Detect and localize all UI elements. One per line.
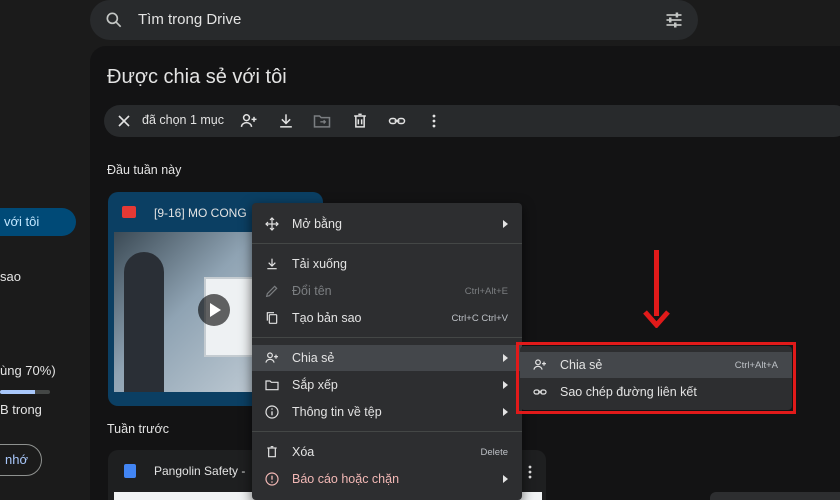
menu-item-label: Mở bằng bbox=[292, 217, 342, 231]
delete-icon[interactable] bbox=[350, 111, 370, 131]
folder-icon bbox=[265, 380, 279, 391]
context-menu: Mở bằng Tải xuống Đổi tên Ctrl+Alt+E Tạo… bbox=[252, 203, 522, 500]
search-bar[interactable]: Tìm trong Drive bbox=[90, 0, 698, 40]
menu-item-label: Chia sẻ bbox=[292, 351, 335, 365]
close-icon[interactable] bbox=[114, 111, 134, 131]
highlight-box bbox=[516, 342, 796, 414]
storage-sub-text: B trong bbox=[0, 402, 42, 417]
storage-bar bbox=[0, 390, 50, 394]
menu-item-organize[interactable]: Sắp xếp bbox=[252, 372, 522, 398]
button-label: nhớ bbox=[5, 452, 28, 467]
divider bbox=[252, 337, 522, 338]
sidebar: với tôi sao ùng 70%) B trong nhớ bbox=[0, 0, 90, 500]
video-file-icon bbox=[122, 206, 136, 218]
section-this-week: Đầu tuần này bbox=[107, 163, 182, 177]
info-icon bbox=[265, 405, 279, 419]
annotation-arrow-shaft bbox=[654, 250, 659, 316]
report-icon bbox=[265, 472, 279, 486]
chevron-right-icon bbox=[503, 354, 508, 362]
copy-icon bbox=[266, 312, 278, 324]
storage-text: ùng 70%) bbox=[0, 363, 56, 378]
get-more-storage-button[interactable]: nhớ bbox=[0, 444, 42, 476]
search-input[interactable]: Tìm trong Drive bbox=[138, 11, 241, 28]
file-title: Pangolin Safety - bbox=[154, 464, 246, 478]
section-last-week: Tuần trước bbox=[107, 422, 169, 436]
open-with-icon bbox=[265, 217, 279, 231]
selection-count: đã chọn 1 mục bbox=[142, 113, 224, 127]
menu-item-rename: Đổi tên Ctrl+Alt+E bbox=[252, 278, 522, 304]
chevron-right-icon bbox=[503, 408, 508, 416]
download-icon[interactable] bbox=[276, 111, 296, 131]
file-title: [9-16] MO CONG bbox=[154, 206, 247, 220]
chevron-right-icon bbox=[503, 220, 508, 228]
thumbnail-person bbox=[124, 252, 164, 392]
arrow-down-icon bbox=[643, 310, 670, 328]
doc-file-icon bbox=[124, 464, 136, 478]
menu-item-label: Thông tin về tệp bbox=[292, 405, 382, 419]
share-person-icon bbox=[265, 352, 278, 363]
selection-action-bar: đã chọn 1 mục bbox=[104, 105, 840, 137]
menu-item-make-copy[interactable]: Tạo bản sao Ctrl+C Ctrl+V bbox=[252, 305, 522, 331]
menu-item-label: Xóa bbox=[292, 445, 315, 459]
more-vert-icon[interactable] bbox=[424, 111, 444, 131]
menu-item-label: Sắp xếp bbox=[292, 378, 338, 392]
search-icon bbox=[106, 12, 122, 28]
menu-item-label: Tạo bản sao bbox=[292, 311, 362, 325]
menu-item-open-with[interactable]: Mở bằng bbox=[252, 211, 522, 237]
corner-panel bbox=[710, 492, 840, 500]
move-folder-icon bbox=[313, 115, 331, 128]
more-vert-icon[interactable] bbox=[520, 462, 540, 482]
menu-item-shortcut: Ctrl+C Ctrl+V bbox=[451, 313, 508, 324]
chevron-right-icon bbox=[503, 381, 508, 389]
chevron-right-icon bbox=[503, 475, 508, 483]
menu-item-delete[interactable]: Xóa Delete bbox=[252, 439, 522, 465]
menu-item-report-block[interactable]: Báo cáo hoặc chặn bbox=[252, 466, 522, 492]
menu-item-file-info[interactable]: Thông tin về tệp bbox=[252, 399, 522, 425]
sidebar-item-shared-with-me[interactable]: với tôi bbox=[0, 208, 76, 236]
menu-item-label: Báo cáo hoặc chặn bbox=[292, 472, 400, 486]
delete-icon bbox=[267, 446, 277, 458]
menu-item-shortcut: Ctrl+Alt+E bbox=[464, 286, 508, 297]
share-person-icon[interactable] bbox=[239, 111, 259, 131]
sidebar-item-starred[interactable]: sao bbox=[0, 269, 21, 284]
search-options-icon[interactable] bbox=[664, 10, 684, 30]
menu-item-download[interactable]: Tải xuống bbox=[252, 251, 522, 277]
menu-item-shortcut: Delete bbox=[480, 447, 508, 458]
menu-item-label: Tải xuống bbox=[292, 257, 347, 271]
sidebar-item-label: với tôi bbox=[4, 214, 40, 229]
menu-item-label: Đổi tên bbox=[292, 284, 332, 298]
rename-icon bbox=[265, 285, 278, 298]
menu-item-share[interactable]: Chia sẻ bbox=[252, 345, 522, 371]
divider bbox=[252, 431, 522, 432]
play-icon[interactable] bbox=[198, 294, 230, 326]
page-title: Được chia sẻ với tôi bbox=[107, 66, 287, 88]
divider bbox=[252, 243, 522, 244]
download-icon bbox=[267, 258, 277, 270]
storage-bar-fill bbox=[0, 390, 35, 394]
link-icon[interactable] bbox=[387, 111, 407, 131]
